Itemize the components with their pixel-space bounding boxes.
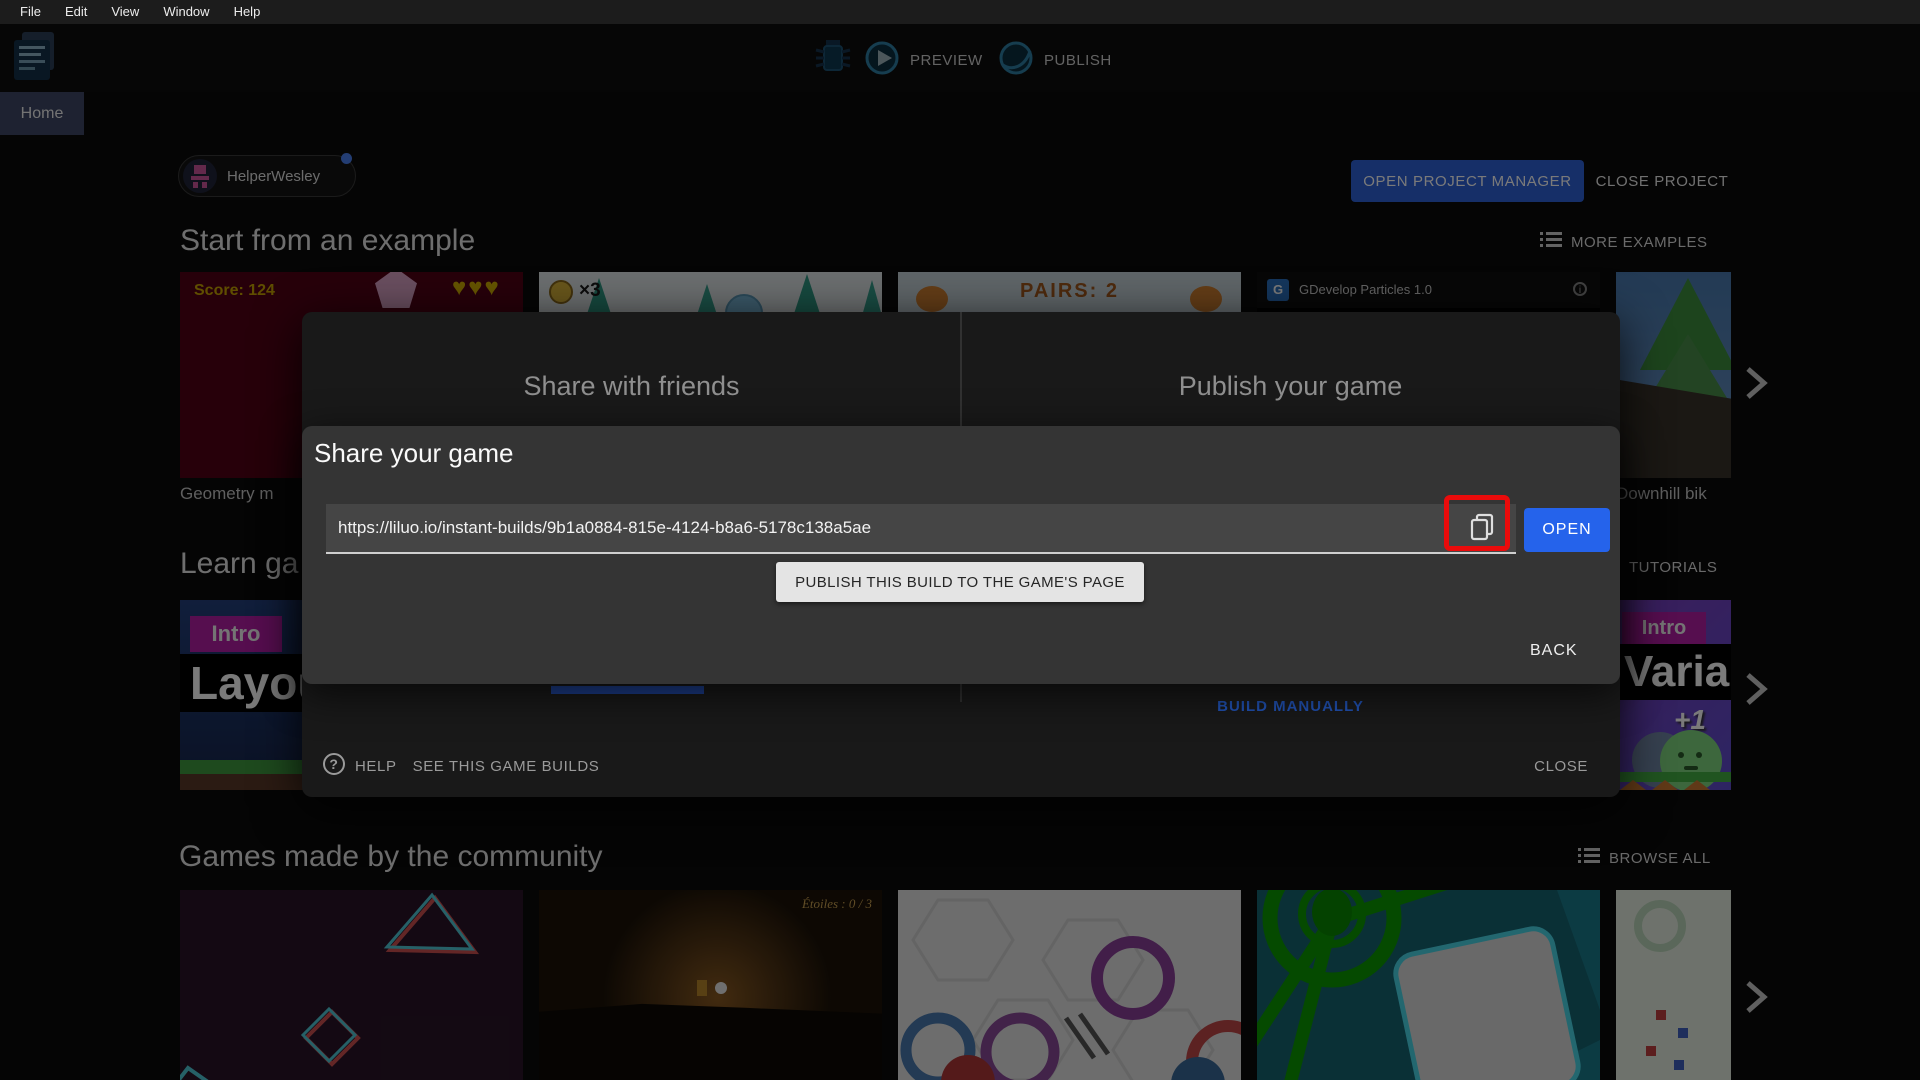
share-your-game-panel: Share your game https://liluo.io/instant… <box>302 426 1620 684</box>
game-url-field[interactable]: https://liluo.io/instant-builds/9b1a0884… <box>326 504 1516 554</box>
build-manually-button[interactable]: BUILD MANUALLY <box>961 698 1620 715</box>
menu-view[interactable]: View <box>99 0 151 24</box>
menu-file[interactable]: File <box>8 0 53 24</box>
help-button[interactable]: HELP <box>355 758 397 775</box>
menu-window[interactable]: Window <box>151 0 221 24</box>
share-panel-title: Share your game <box>314 438 514 468</box>
open-url-button[interactable]: OPEN <box>1524 508 1610 552</box>
close-dialog-button[interactable]: CLOSE <box>1534 758 1588 775</box>
help-icon[interactable]: ? <box>322 752 346 780</box>
publish-build-button[interactable]: PUBLISH THIS BUILD TO THE GAME'S PAGE <box>776 562 1144 602</box>
menu-edit[interactable]: Edit <box>53 0 99 24</box>
dialog-actions-row: ? HELP SEE THIS GAME BUILDS CLOSE <box>302 750 1620 782</box>
back-button[interactable]: BACK <box>1530 642 1578 660</box>
tab-publish-your-game[interactable]: Publish your game <box>961 312 1620 426</box>
menu-help[interactable]: Help <box>222 0 273 24</box>
annotation-highlight-box <box>1444 495 1510 551</box>
menu-bar: File Edit View Window Help <box>0 0 1920 24</box>
see-builds-button[interactable]: SEE THIS GAME BUILDS <box>413 758 600 775</box>
game-url-value: https://liluo.io/instant-builds/9b1a0884… <box>338 518 872 537</box>
app-window: File Edit View Window Help Share with fr… <box>0 0 1920 1080</box>
active-tab-indicator <box>551 686 704 694</box>
svg-text:?: ? <box>329 756 338 772</box>
tab-share-with-friends[interactable]: Share with friends <box>302 312 961 426</box>
